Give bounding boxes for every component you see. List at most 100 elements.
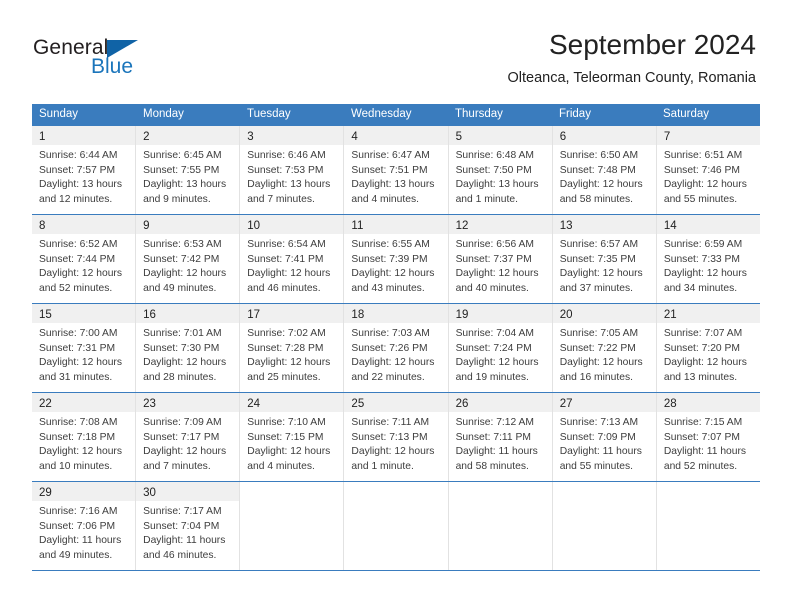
sunrise-line: Sunrise: 6:56 AM [455,239,534,250]
day-cell[interactable]: 2 Sunrise: 6:45 AM Sunset: 7:55 PM Dayli… [136,126,241,214]
daylight-line-1: Daylight: 13 hours [351,179,435,191]
sunset-line: Sunset: 7:07 PM [663,431,740,443]
day-number: 18 [351,309,365,321]
sunset-line: Sunset: 7:22 PM [559,342,636,354]
daylight-line-1: Daylight: 12 hours [351,268,435,280]
daylight-line-2: and 40 minutes. [455,282,529,294]
day-info: Sunrise: 6:56 AM Sunset: 7:37 PM Dayligh… [449,234,552,302]
daylight-line-2: and 9 minutes. [143,193,211,205]
day-cell[interactable]: 26 Sunrise: 7:12 AM Sunset: 7:11 PM Dayl… [448,393,553,481]
day-cell[interactable]: 21 Sunrise: 7:07 AM Sunset: 7:20 PM Dayl… [656,304,760,392]
day-cell[interactable]: 29 Sunrise: 7:16 AM Sunset: 7:06 PM Dayl… [32,482,137,570]
sunset-line: Sunset: 7:15 PM [247,431,324,443]
sunset-line: Sunset: 7:26 PM [351,342,428,354]
day-cell[interactable]: 20 Sunrise: 7:05 AM Sunset: 7:22 PM Dayl… [552,304,657,392]
daylight-line-1: Daylight: 12 hours [351,357,435,369]
daylight-line-1: Daylight: 12 hours [143,357,227,369]
day-number-band: 14 [656,215,760,234]
daylight-line-2: and 4 minutes. [247,460,315,472]
day-number-band: 23 [136,393,240,412]
daylight-line-1: Daylight: 12 hours [455,268,539,280]
day-cell[interactable]: 18 Sunrise: 7:03 AM Sunset: 7:26 PM Dayl… [344,304,449,392]
day-cell[interactable]: 10 Sunrise: 6:54 AM Sunset: 7:41 PM Dayl… [240,215,345,303]
daylight-line-1: Daylight: 12 hours [39,446,122,458]
sunrise-line: Sunrise: 6:53 AM [143,239,222,250]
daylight-line-2: and 58 minutes. [559,193,633,205]
sunrise-line: Sunrise: 7:04 AM [455,328,534,339]
day-number-band [656,482,760,501]
day-info: Sunrise: 6:51 AM Sunset: 7:46 PM Dayligh… [657,145,760,213]
daylight-line-2: and 46 minutes. [247,282,321,294]
day-cell[interactable]: 25 Sunrise: 7:11 AM Sunset: 7:13 PM Dayl… [344,393,449,481]
daylight-line-2: and 7 minutes. [143,460,211,472]
day-cell[interactable]: 12 Sunrise: 6:56 AM Sunset: 7:37 PM Dayl… [448,215,553,303]
sunrise-line: Sunrise: 6:54 AM [247,239,326,250]
day-number-band: 18 [344,304,448,323]
daylight-line-1: Daylight: 12 hours [559,357,643,369]
day-number-band: 28 [656,393,760,412]
daylight-line-1: Daylight: 11 hours [559,446,642,458]
sunset-line: Sunset: 7:57 PM [39,164,116,176]
day-cell[interactable]: 14 Sunrise: 6:59 AM Sunset: 7:33 PM Dayl… [656,215,760,303]
day-cell[interactable]: 28 Sunrise: 7:15 AM Sunset: 7:07 PM Dayl… [656,393,760,481]
day-info [553,501,656,511]
day-cell[interactable]: 11 Sunrise: 6:55 AM Sunset: 7:39 PM Dayl… [344,215,449,303]
sunset-line: Sunset: 7:09 PM [559,431,636,443]
day-info: Sunrise: 7:17 AM Sunset: 7:04 PM Dayligh… [136,501,239,569]
weekday-header-sunday: Sunday [39,108,79,120]
sunset-line: Sunset: 7:55 PM [143,164,220,176]
weekday-header-monday: Monday [143,108,184,120]
day-info: Sunrise: 6:57 AM Sunset: 7:35 PM Dayligh… [553,234,656,302]
day-cell[interactable]: 9 Sunrise: 6:53 AM Sunset: 7:42 PM Dayli… [136,215,241,303]
title-block: September 2024 Olteanca, Teleorman Count… [507,28,756,87]
day-cell[interactable]: 4 Sunrise: 6:47 AM Sunset: 7:51 PM Dayli… [344,126,449,214]
daylight-line-2: and 52 minutes. [663,460,738,472]
day-cell[interactable]: 13 Sunrise: 6:57 AM Sunset: 7:35 PM Dayl… [552,215,657,303]
daylight-line-1: Daylight: 11 hours [39,535,122,547]
day-cell-empty [656,482,760,570]
daylight-line-2: and 22 minutes. [351,371,425,383]
daylight-line-1: Daylight: 12 hours [663,357,747,369]
daylight-line-1: Daylight: 12 hours [39,268,122,280]
day-cell[interactable]: 5 Sunrise: 6:48 AM Sunset: 7:50 PM Dayli… [448,126,553,214]
sunrise-line: Sunrise: 6:50 AM [559,150,639,161]
day-info: Sunrise: 6:59 AM Sunset: 7:33 PM Dayligh… [657,234,760,302]
day-cell[interactable]: 27 Sunrise: 7:13 AM Sunset: 7:09 PM Dayl… [552,393,657,481]
page-header: General Blue September 2024 Olteanca, Te… [0,0,792,100]
day-number: 7 [663,131,671,143]
general-blue-logo[interactable]: General Blue [33,36,203,84]
day-number-band [448,482,552,501]
day-cell[interactable]: 6 Sunrise: 6:50 AM Sunset: 7:48 PM Dayli… [552,126,657,214]
day-cell[interactable]: 19 Sunrise: 7:04 AM Sunset: 7:24 PM Dayl… [448,304,553,392]
weekday-header-friday: Friday [559,108,591,120]
day-info [344,501,447,511]
daylight-line-1: Daylight: 12 hours [247,357,331,369]
day-cell[interactable]: 23 Sunrise: 7:09 AM Sunset: 7:17 PM Dayl… [136,393,241,481]
day-number: 14 [663,220,677,232]
day-number: 21 [663,309,677,321]
day-cell[interactable]: 22 Sunrise: 7:08 AM Sunset: 7:18 PM Dayl… [32,393,137,481]
day-cell[interactable]: 24 Sunrise: 7:10 AM Sunset: 7:15 PM Dayl… [240,393,345,481]
day-number-band [552,482,656,501]
day-number-band: 7 [656,126,760,145]
day-cell[interactable]: 30 Sunrise: 7:17 AM Sunset: 7:04 PM Dayl… [136,482,241,570]
day-cell[interactable]: 8 Sunrise: 6:52 AM Sunset: 7:44 PM Dayli… [32,215,137,303]
day-cell[interactable]: 17 Sunrise: 7:02 AM Sunset: 7:28 PM Dayl… [240,304,345,392]
day-cell[interactable]: 1 Sunrise: 6:44 AM Sunset: 7:57 PM Dayli… [32,126,137,214]
sunrise-line: Sunrise: 6:47 AM [351,150,430,161]
week-row: 15 Sunrise: 7:00 AM Sunset: 7:31 PM Dayl… [32,303,760,392]
daylight-line-1: Daylight: 12 hours [247,446,331,458]
day-number-band: 10 [240,215,344,234]
week-row: 22 Sunrise: 7:08 AM Sunset: 7:18 PM Dayl… [32,392,760,481]
sunrise-line: Sunrise: 7:11 AM [351,417,430,428]
sunrise-line: Sunrise: 7:09 AM [143,417,222,428]
daylight-line-2: and 25 minutes. [247,371,321,383]
weekday-header-row: Sunday Monday Tuesday Wednesday Thursday… [32,104,760,125]
day-cell[interactable]: 16 Sunrise: 7:01 AM Sunset: 7:30 PM Dayl… [136,304,241,392]
day-info: Sunrise: 7:01 AM Sunset: 7:30 PM Dayligh… [136,323,239,391]
day-cell[interactable]: 3 Sunrise: 6:46 AM Sunset: 7:53 PM Dayli… [240,126,345,214]
day-cell[interactable]: 15 Sunrise: 7:00 AM Sunset: 7:31 PM Dayl… [32,304,137,392]
daylight-line-1: Daylight: 12 hours [455,357,539,369]
daylight-line-1: Daylight: 12 hours [663,268,747,280]
day-cell[interactable]: 7 Sunrise: 6:51 AM Sunset: 7:46 PM Dayli… [656,126,760,214]
